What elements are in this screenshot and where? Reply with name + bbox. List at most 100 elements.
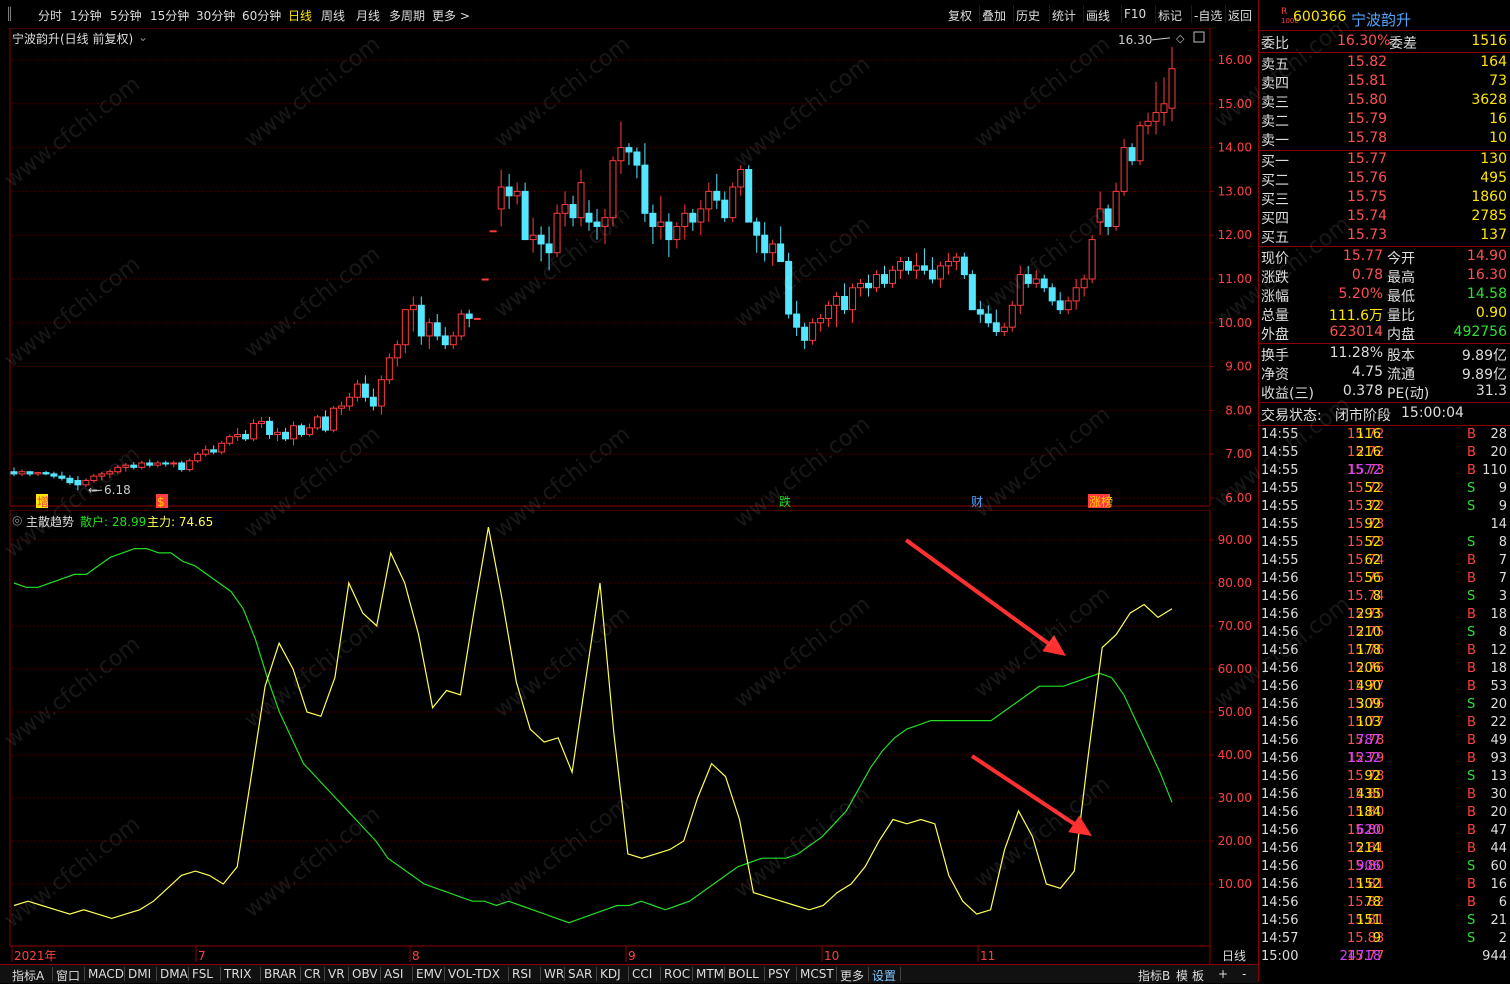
tool-button-3[interactable]: 统计	[1052, 7, 1076, 24]
period-tab-5[interactable]: 60分钟	[242, 7, 281, 24]
toolbar-separator	[1083, 5, 1084, 23]
indicator-tab-20[interactable]: MTM	[696, 967, 724, 981]
tool-button-1[interactable]: 叠加	[982, 7, 1006, 24]
indicator-tab-21[interactable]: BOLL	[728, 967, 759, 981]
bottom-right-button-3[interactable]: +	[1218, 967, 1228, 981]
price-tick-label: 11.00	[1218, 272, 1252, 286]
tab-separator	[412, 967, 413, 981]
indicator-tab-2[interactable]: MACD	[88, 967, 124, 981]
tick-row: 14:55 15.72 32 S 9	[1259, 499, 1510, 517]
indicator-tab-19[interactable]: ROC	[664, 967, 690, 981]
indicator-tick-label: 60.00	[1218, 662, 1252, 676]
event-marker[interactable]: 增	[36, 494, 49, 509]
indicator-tab-0[interactable]: 指标A	[12, 967, 44, 984]
indicator-tab-25[interactable]: 设置	[872, 967, 896, 984]
tick-volume: 787	[1356, 733, 1381, 748]
indicator-tick-label: 10.00	[1218, 877, 1252, 891]
indicator-tab-13[interactable]: VOL-TDX	[448, 967, 500, 981]
period-tab-4[interactable]: 30分钟	[196, 7, 235, 24]
quote-label: 现价	[1261, 251, 1289, 267]
bottom-right-button-2[interactable]: 板	[1192, 967, 1204, 984]
indicator-tab-5[interactable]: FSL	[192, 967, 213, 981]
period-tab-7[interactable]: 周线	[321, 7, 345, 24]
indicator-tab-3[interactable]: DMI	[128, 967, 151, 981]
period-tab-2[interactable]: 5分钟	[110, 7, 142, 24]
indicator-tab-9[interactable]: VR	[328, 967, 345, 981]
tool-button-8[interactable]: 返回	[1228, 7, 1252, 24]
bid-price: 15.75	[1347, 189, 1388, 205]
indicator-tab-23[interactable]: MCST	[800, 967, 834, 981]
quote-value: 4.75	[1351, 364, 1383, 380]
indicator-tab-17[interactable]: KDJ	[600, 967, 621, 981]
bottom-right-button-4[interactable]: -	[1242, 967, 1246, 981]
tick-time: 14:56	[1261, 787, 1299, 802]
trade-status-time: 15:00:04	[1401, 405, 1464, 421]
indicator-tab-1[interactable]: 窗口	[56, 967, 80, 984]
tick-count: 18	[1490, 607, 1507, 622]
chevron-down-icon[interactable]: ⌄	[138, 30, 148, 44]
stock-name: 宁波韵升	[1351, 11, 1412, 29]
candle	[521, 182, 529, 241]
price-chart[interactable]: 16.00 15.00 14.00 13.00 12.00 11.00 10.00 9.00 8…	[0, 28, 1258, 510]
tick-row: 14:56 15.74 8 S 3	[1259, 589, 1510, 607]
trade-status-label: 交易状态:	[1261, 408, 1322, 424]
ask-volume: 164	[1480, 54, 1507, 70]
indicator-tab-24[interactable]: 更多	[840, 967, 864, 984]
period-tab-1[interactable]: 1分钟	[70, 7, 102, 24]
period-tab-8[interactable]: 月线	[356, 7, 380, 24]
indicator-tab-14[interactable]: RSI	[512, 967, 532, 981]
indicator-tab-6[interactable]: TRIX	[224, 967, 251, 981]
indicator-tab-4[interactable]: DMA	[160, 967, 188, 981]
main-line	[13, 526, 1173, 920]
period-tab-6[interactable]: 日线	[288, 7, 312, 24]
price-tick-label: 12.00	[1218, 228, 1252, 242]
tool-button-7[interactable]: -自选	[1194, 7, 1222, 24]
period-tab-0[interactable]: 分时	[38, 7, 62, 24]
indicator-tab-8[interactable]: CR	[304, 967, 321, 981]
candle	[1088, 235, 1096, 284]
indicator-tab-10[interactable]: OBV	[352, 967, 378, 981]
indicator-tab-7[interactable]: BRAR	[264, 967, 297, 981]
period-tab-3[interactable]: 15分钟	[150, 7, 189, 24]
tab-separator	[540, 967, 541, 981]
event-marker[interactable]: 跌	[778, 494, 791, 509]
tick-volume: 152	[1356, 877, 1381, 892]
tick-time: 14:56	[1261, 589, 1299, 604]
diamond-icon[interactable]: ◇	[1176, 32, 1185, 45]
tool-button-6[interactable]: 标记	[1158, 7, 1182, 24]
indicator-menu-icon[interactable]: ◎	[12, 513, 22, 527]
indicator-tab-18[interactable]: CCI	[632, 967, 652, 981]
period-tab-10[interactable]: 更多 >	[432, 7, 470, 24]
tick-side: S	[1467, 625, 1476, 640]
indicator-tick-label: 40.00	[1218, 748, 1252, 762]
tick-row: 14:56 15.80 435 B 30	[1259, 787, 1510, 805]
event-marker[interactable]: 财	[970, 494, 983, 509]
indicator-chart[interactable]: 90.00 80.00 70.00 60.00 50.00 40.00 30.00 20.00…	[0, 510, 1258, 946]
tick-volume: 24718	[1339, 949, 1381, 964]
tab-separator	[84, 967, 85, 981]
tool-button-5[interactable]: F10	[1124, 7, 1146, 21]
tool-button-0[interactable]: 复权	[948, 7, 972, 24]
candle	[473, 317, 481, 320]
indicator-tab-15[interactable]: WR	[544, 967, 564, 981]
indicator-tab-12[interactable]: EMV	[416, 967, 442, 981]
price-tick-label: 14.00	[1218, 141, 1252, 155]
candle	[329, 406, 337, 433]
quote-label: 外盘	[1261, 327, 1289, 343]
event-marker[interactable]: $	[156, 494, 168, 509]
bottom-right-button-0[interactable]: 指标B	[1138, 967, 1170, 984]
quote-value: 16.30	[1466, 267, 1507, 283]
indicator-tab-16[interactable]: SAR	[568, 967, 592, 981]
tool-button-4[interactable]: 画线	[1086, 7, 1110, 24]
period-tab-9[interactable]: 多周期	[389, 7, 425, 24]
tool-button-2[interactable]: 历史	[1016, 7, 1040, 24]
indicator-tab-11[interactable]: ASI	[384, 967, 403, 981]
bid-label: 买五	[1261, 230, 1289, 246]
quote-value: 0.78	[1351, 267, 1383, 283]
bottom-right-button-1[interactable]: 模	[1176, 967, 1188, 984]
tick-row: 14:55 15.74 62 B 7	[1259, 553, 1510, 571]
tick-side: S	[1467, 913, 1476, 928]
event-marker[interactable]: 涨榜	[1088, 494, 1113, 509]
indicator-tab-22[interactable]: PSY	[768, 967, 790, 981]
tick-row: 14:56 15.81 151 S 21	[1259, 913, 1510, 931]
